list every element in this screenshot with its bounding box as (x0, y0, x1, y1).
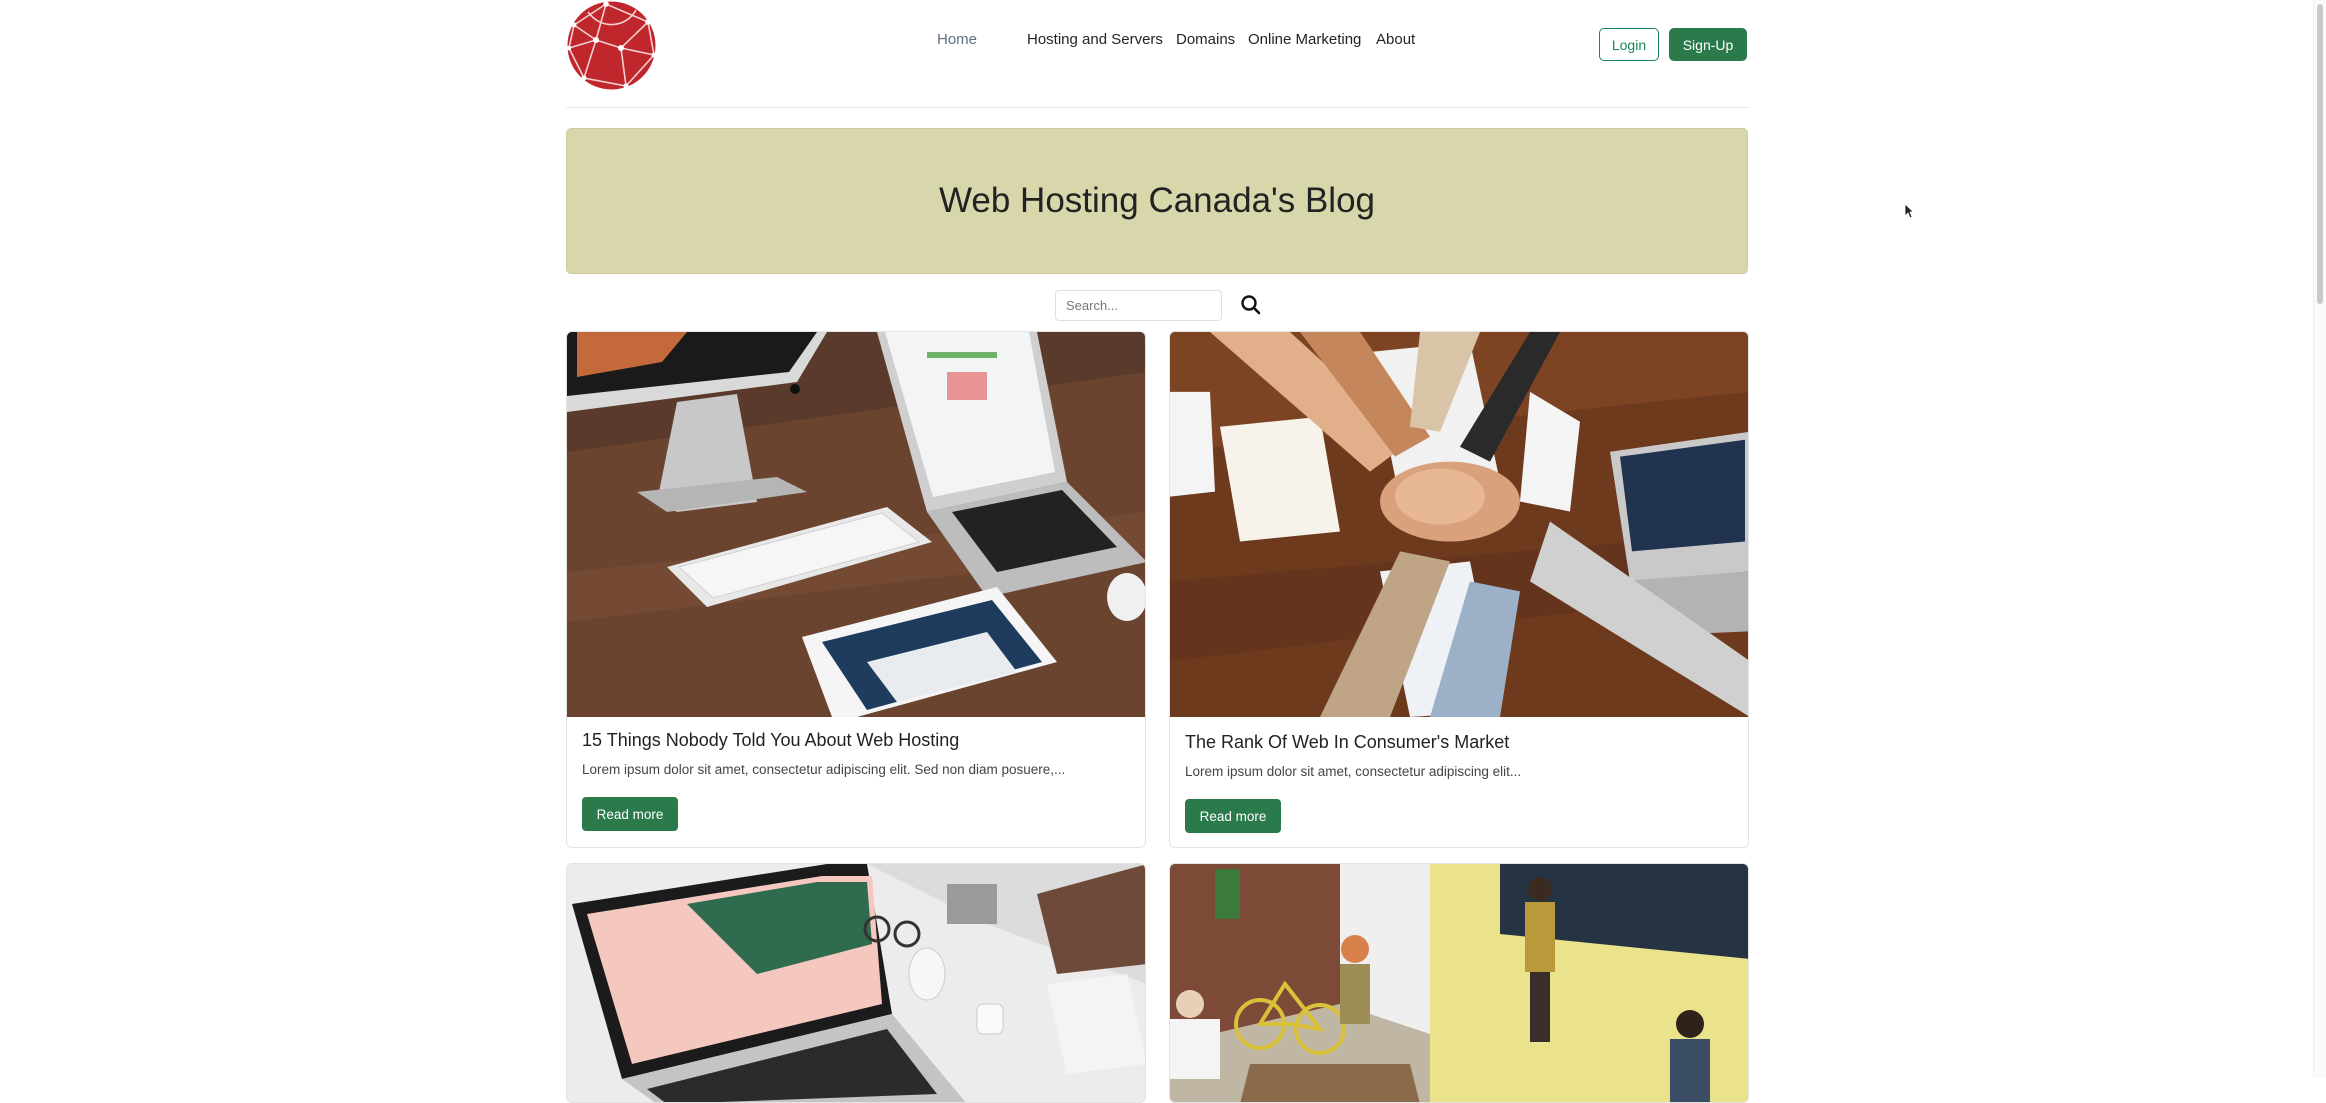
post-image[interactable] (567, 864, 1146, 1103)
header-divider (566, 107, 1750, 108)
page-container: Home Hosting and Servers Domains Online … (566, 0, 1750, 1103)
main-nav: Home Hosting and Servers Domains Online … (566, 31, 1750, 61)
nav-domains[interactable]: Domains (1176, 31, 1235, 48)
signup-button[interactable]: Sign-Up (1669, 28, 1747, 61)
blog-banner: Web Hosting Canada's Blog (566, 128, 1748, 274)
nav-online-marketing[interactable]: Online Marketing (1248, 31, 1361, 48)
post-title[interactable]: The Rank Of Web In Consumer's Market (1185, 732, 1509, 753)
mouse-cursor-icon (1904, 203, 1914, 219)
post-card (566, 863, 1146, 1103)
page-title: Web Hosting Canada's Blog (938, 181, 1375, 220)
post-excerpt: Lorem ipsum dolor sit amet, consectetur … (582, 762, 1066, 777)
post-excerpt: Lorem ipsum dolor sit amet, consectetur … (1185, 764, 1522, 779)
read-more-button[interactable]: Read more (1185, 799, 1281, 833)
post-image[interactable] (567, 332, 1146, 717)
search-input[interactable] (1055, 290, 1222, 321)
nav-hosting-and-servers[interactable]: Hosting and Servers (1027, 31, 1163, 48)
nav-home[interactable]: Home (937, 31, 977, 48)
page-scrollbar[interactable] (2313, 0, 2326, 1078)
post-image[interactable] (1170, 864, 1749, 1103)
search-icon[interactable] (1238, 292, 1264, 318)
post-title[interactable]: 15 Things Nobody Told You About Web Host… (582, 730, 959, 751)
scrollbar-thumb[interactable] (2317, 4, 2323, 304)
post-image[interactable] (1170, 332, 1749, 717)
login-button[interactable]: Login (1599, 28, 1659, 61)
read-more-button[interactable]: Read more (582, 797, 678, 831)
post-card: The Rank Of Web In Consumer's Market Lor… (1169, 331, 1749, 848)
post-card (1169, 863, 1749, 1103)
post-card: 15 Things Nobody Told You About Web Host… (566, 331, 1146, 848)
nav-about[interactable]: About (1376, 31, 1415, 48)
